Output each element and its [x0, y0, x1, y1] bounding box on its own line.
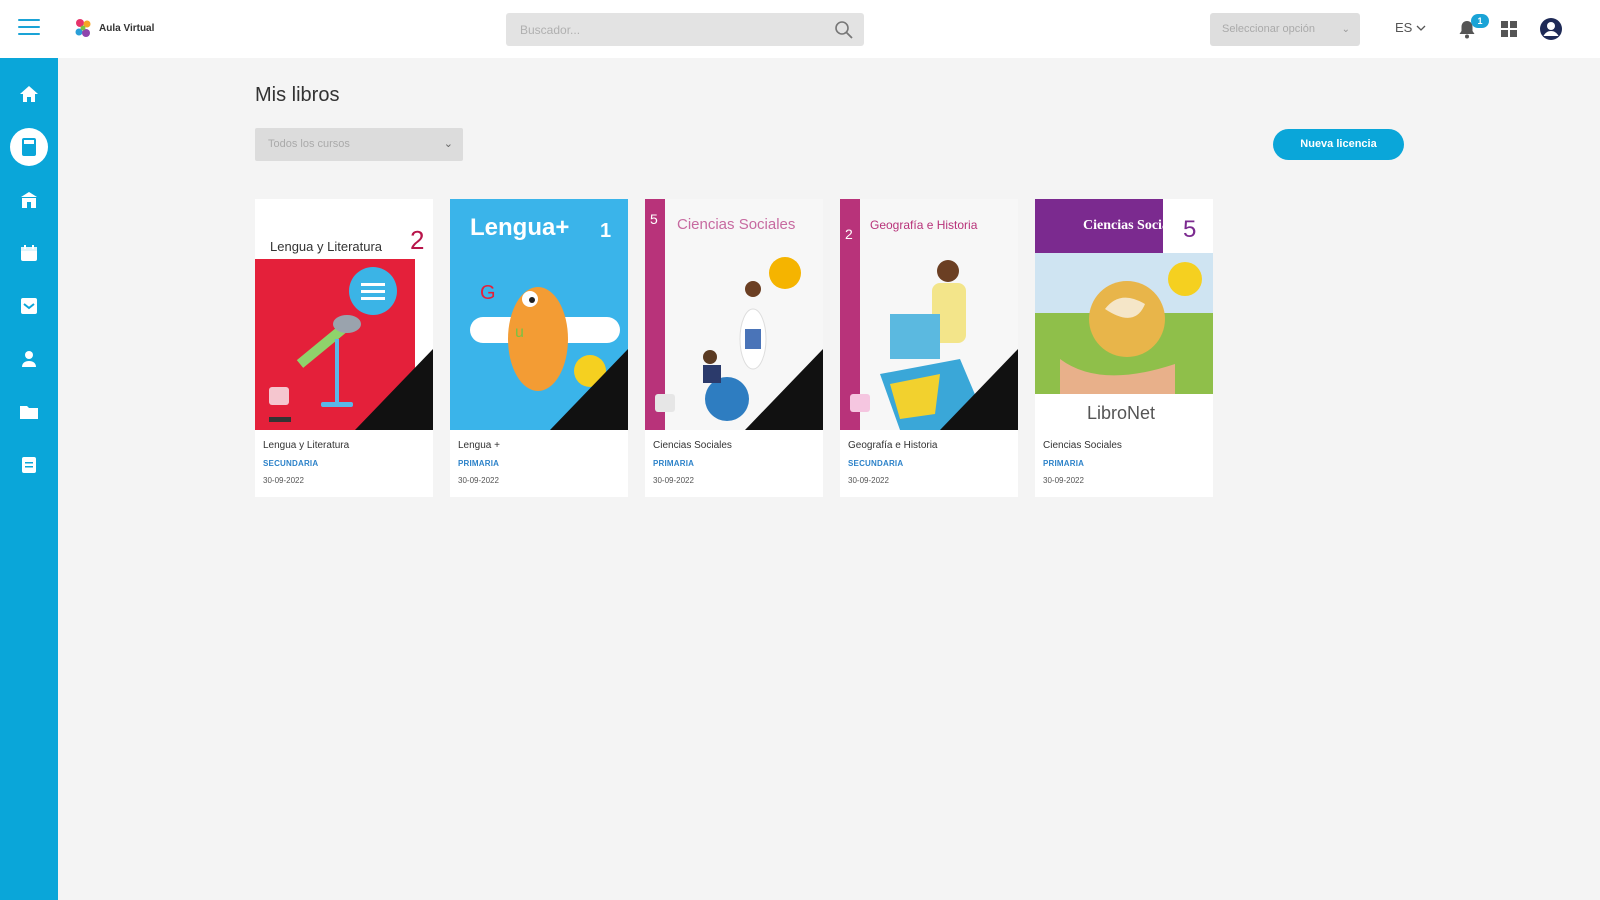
course-filter-label: Todos los cursos	[268, 138, 350, 150]
book-level: PRIMARIA	[1043, 459, 1085, 468]
book-icon	[22, 138, 36, 156]
book-title: Ciencias Sociales	[1043, 440, 1122, 451]
top-bar: Aula Virtual Seleccionar opción ⌄ ES 1	[0, 0, 1600, 58]
book-level: PRIMARIA	[458, 459, 500, 468]
school-icon	[21, 192, 37, 208]
book-card[interactable]: 2 Geografía e Historia Geografía e Histo…	[840, 199, 1018, 497]
book-date: 30-09-2022	[653, 476, 694, 485]
document-icon	[22, 457, 36, 473]
person-icon	[22, 351, 36, 367]
book-cover-image: Ciencias Sociales 5 LibroNet	[1035, 199, 1213, 430]
home-icon	[20, 86, 38, 102]
active-indicator	[10, 128, 48, 166]
book-cover-image: 2 Geografía e Historia	[840, 199, 1018, 430]
cover-title: Ciencias Sociales	[677, 216, 795, 233]
sidebar-item-school[interactable]	[0, 180, 58, 220]
sidebar-item-documents[interactable]	[0, 445, 58, 485]
page-title: Mis libros	[255, 84, 340, 106]
book-title: Lengua y Literatura	[263, 440, 350, 451]
book-title: Lengua +	[458, 440, 500, 451]
book-date: 30-09-2022	[1043, 476, 1084, 485]
option-select[interactable]: Seleccionar opción ⌄	[1210, 13, 1360, 46]
notification-badge: 1	[1471, 14, 1489, 28]
book-cover-image: Lengua+ 1 G u	[450, 199, 628, 430]
apps-grid-icon[interactable]	[1500, 20, 1518, 38]
cover-number: 5	[1183, 216, 1196, 243]
book-date: 30-09-2022	[458, 476, 499, 485]
cover-number: 2	[845, 226, 853, 242]
search-icon[interactable]	[834, 20, 854, 40]
sidebar-item-inbox[interactable]	[0, 286, 58, 326]
book-date: 30-09-2022	[263, 476, 304, 485]
sidebar-item-calendar[interactable]	[0, 233, 58, 273]
calendar-icon	[21, 245, 37, 261]
sidebar	[0, 58, 58, 900]
svg-text:u: u	[515, 324, 524, 341]
cover-title: Lengua+	[470, 214, 569, 241]
book-cover-image: 5 Ciencias Sociales	[645, 199, 823, 430]
cover-title: Ciencias Sociales	[1083, 218, 1185, 233]
option-select-label: Seleccionar opción	[1222, 23, 1315, 35]
book-date: 30-09-2022	[848, 476, 889, 485]
sidebar-item-home[interactable]	[0, 74, 58, 114]
cover-number: 5	[650, 211, 658, 227]
folder-icon	[20, 406, 38, 419]
search-input[interactable]	[506, 13, 826, 46]
book-level: PRIMARIA	[653, 459, 695, 468]
app-name: Aula Virtual	[99, 22, 155, 34]
book-level: SECUNDARIA	[263, 459, 319, 468]
sidebar-item-books[interactable]	[0, 127, 58, 167]
app-logo[interactable]: Aula Virtual	[72, 16, 154, 40]
menu-icon[interactable]	[18, 19, 40, 37]
book-card[interactable]: Lengua+ 1 G u Lengua + PRIMARIA 30-09-20…	[450, 199, 628, 497]
cover-number: 2	[410, 225, 424, 255]
book-cover-image: Lengua y Literatura 2	[255, 199, 433, 430]
logo-icon	[75, 19, 91, 37]
book-card[interactable]: Lengua y Literatura 2 Lengua y Literatur…	[255, 199, 433, 497]
book-title: Ciencias Sociales	[653, 440, 732, 451]
book-card[interactable]: 5 Ciencias Sociales Ciencias Sociales PR…	[645, 199, 823, 497]
language-selector[interactable]: ES	[1395, 20, 1426, 35]
chevron-down-icon: ⌄	[443, 138, 453, 150]
chevron-down-icon: ⌄	[1341, 24, 1350, 35]
book-level: SECUNDARIA	[848, 459, 904, 468]
new-license-button[interactable]: Nueva licencia	[1273, 129, 1404, 160]
book-title: Geografía e Historia	[848, 440, 938, 451]
book-card[interactable]: Ciencias Sociales 5 LibroNet Ciencias So…	[1035, 199, 1213, 497]
user-avatar-icon[interactable]	[1538, 16, 1564, 42]
cover-brand: LibroNet	[1087, 403, 1155, 423]
cover-title: Geografía e Historia	[870, 218, 978, 232]
sidebar-item-profile[interactable]	[0, 339, 58, 379]
search-box	[506, 13, 864, 46]
course-filter-select[interactable]: Todos los cursos ⌄	[255, 128, 463, 161]
svg-text:G: G	[480, 282, 496, 304]
cover-number: 1	[600, 220, 611, 242]
language-label: ES	[1395, 20, 1413, 35]
sidebar-item-files[interactable]	[0, 392, 58, 432]
chevron-down-icon	[1416, 25, 1426, 31]
inbox-icon	[21, 298, 37, 314]
cover-title: Lengua y Literatura	[270, 239, 383, 254]
